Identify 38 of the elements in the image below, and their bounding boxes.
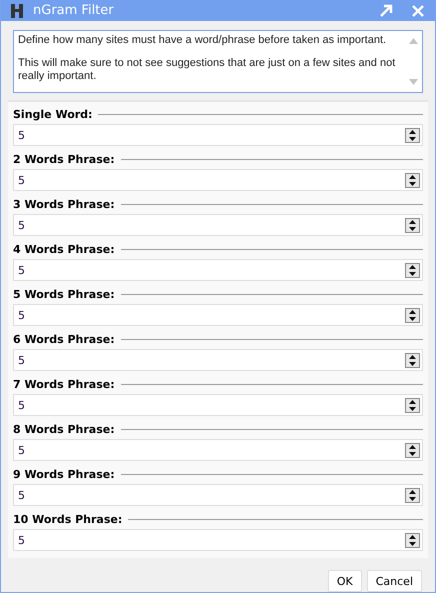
ok-button[interactable]: OK <box>328 570 362 592</box>
spinner-icon[interactable] <box>405 442 420 458</box>
field-label: 9 Words Phrase: <box>13 468 115 481</box>
number-field[interactable]: 5 <box>13 484 423 506</box>
field-label: 3 Words Phrase: <box>13 198 115 211</box>
number-field[interactable]: 5 <box>13 169 423 191</box>
spinner-icon[interactable] <box>405 488 420 502</box>
spinner-icon[interactable] <box>405 128 420 142</box>
field-label: 10 Words Phrase: <box>13 513 122 526</box>
number-field[interactable]: 5 <box>13 529 423 551</box>
spinner-icon[interactable] <box>405 308 420 322</box>
number-field[interactable]: 5 <box>13 394 423 416</box>
field-label: Single Word: <box>13 108 92 121</box>
window-title: nGram Filter <box>33 3 115 18</box>
number-field[interactable]: 5 <box>13 304 423 326</box>
spinner-icon[interactable] <box>405 218 420 232</box>
description-text: Define how many sites must have a word/phrase before taken as important. <box>18 34 388 47</box>
field-label: 6 Words Phrase: <box>13 333 115 346</box>
number-field[interactable]: 5 <box>13 439 423 461</box>
field-label: 2 Words Phrase: <box>13 153 115 166</box>
number-field[interactable]: 5 <box>13 349 423 371</box>
number-field[interactable]: 5 <box>13 124 423 146</box>
close-icon[interactable] <box>411 4 425 18</box>
field-label: 7 Words Phrase: <box>13 378 115 391</box>
field-label: 5 Words Phrase: <box>13 288 115 301</box>
spinner-icon[interactable] <box>405 262 420 278</box>
app-icon <box>9 2 25 18</box>
spinner-icon[interactable] <box>405 398 420 412</box>
number-field[interactable]: 5 <box>13 259 423 281</box>
spinner-icon[interactable] <box>405 172 420 188</box>
spinner-icon[interactable] <box>405 532 420 548</box>
cancel-button[interactable]: Cancel <box>366 570 422 592</box>
field-label: 4 Words Phrase: <box>13 243 115 256</box>
description-text: This will make sure to not see suggestions that are just on a few sites and not really important. <box>18 57 396 83</box>
field-label: 8 Words Phrase: <box>13 423 115 436</box>
spinner-icon[interactable] <box>405 352 420 368</box>
number-field[interactable]: 5 <box>13 214 423 236</box>
maximize-icon[interactable] <box>379 4 393 18</box>
